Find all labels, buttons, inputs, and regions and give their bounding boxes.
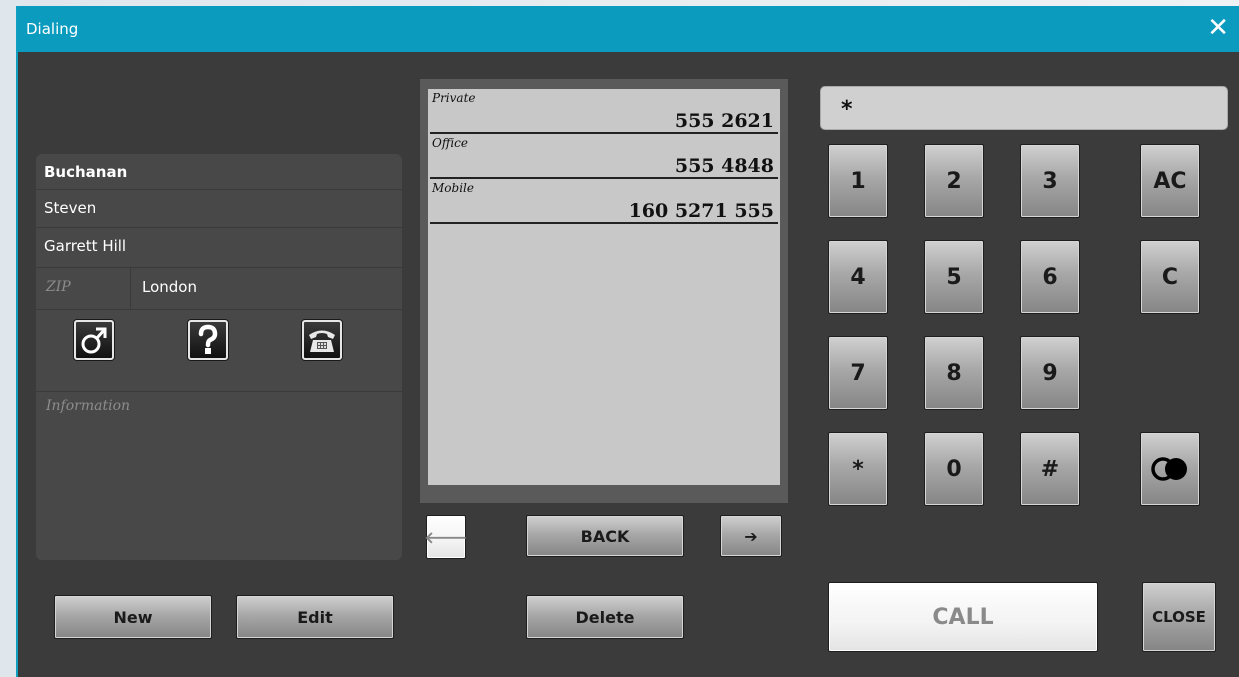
key-7[interactable]: 7 — [828, 336, 888, 410]
question-icon[interactable] — [188, 320, 228, 360]
key-star[interactable]: * — [828, 432, 888, 506]
next-arrow-button[interactable]: ➔ — [720, 515, 782, 557]
phone-label: Private — [432, 91, 476, 105]
phone-number: 160 5271 555 — [628, 200, 774, 222]
key-1[interactable]: 1 — [828, 144, 888, 218]
first-name-text: Steven — [44, 199, 97, 217]
last-name-field[interactable]: Buchanan — [36, 154, 402, 190]
key-0[interactable]: 0 — [924, 432, 984, 506]
zip-city-row: ZIP London — [36, 268, 402, 310]
phone-label: Mobile — [432, 181, 474, 195]
back-button[interactable]: BACK — [526, 515, 684, 557]
window-title: Dialing — [26, 20, 79, 38]
key-4[interactable]: 4 — [828, 240, 888, 314]
zip-divider — [130, 268, 131, 309]
call-button[interactable]: CALL — [828, 582, 1098, 652]
title-bar: Dialing ✕ — [18, 6, 1239, 52]
street-field[interactable]: Garrett Hill — [36, 228, 402, 268]
street-text: Garrett Hill — [44, 237, 127, 255]
key-5[interactable]: 5 — [924, 240, 984, 314]
phone-list[interactable]: Private 555 2621 Office 555 4848 Mobile … — [428, 89, 780, 485]
dialing-window: Dialing ✕ Buchanan Steven Garrett Hill Z… — [16, 6, 1239, 677]
prev-arrow-button[interactable]: 🡐 — [425, 515, 467, 559]
first-name-field[interactable]: Steven — [36, 190, 402, 228]
delete-button[interactable]: Delete — [526, 595, 684, 639]
key-6[interactable]: 6 — [1020, 240, 1080, 314]
key-9[interactable]: 9 — [1020, 336, 1080, 410]
close-button[interactable]: CLOSE — [1142, 582, 1216, 652]
last-name-text: Buchanan — [44, 163, 128, 181]
phone-list-panel: Private 555 2621 Office 555 4848 Mobile … — [420, 79, 788, 503]
information-placeholder: Information — [46, 398, 131, 414]
key-c[interactable]: C — [1140, 240, 1200, 314]
record-button[interactable] — [1140, 432, 1200, 506]
contact-icon-row — [36, 310, 402, 392]
dial-display[interactable]: * — [820, 86, 1228, 130]
phone-number: 555 2621 — [674, 110, 774, 132]
key-ac[interactable]: AC — [1140, 144, 1200, 218]
record-icon — [1151, 457, 1187, 481]
phone-number: 555 4848 — [674, 155, 774, 177]
phone-entry-mobile[interactable]: Mobile 160 5271 555 — [430, 179, 778, 224]
dial-display-text: * — [841, 97, 853, 122]
key-3[interactable]: 3 — [1020, 144, 1080, 218]
phone-entry-private[interactable]: Private 555 2621 — [430, 89, 778, 134]
contact-card: Buchanan Steven Garrett Hill ZIP London — [36, 154, 402, 560]
phone-label: Office — [432, 136, 468, 150]
information-field[interactable]: Information — [36, 392, 402, 560]
close-icon[interactable]: ✕ — [1207, 13, 1229, 43]
new-button[interactable]: New — [54, 595, 212, 639]
phone-entry-office[interactable]: Office 555 4848 — [430, 134, 778, 179]
key-8[interactable]: 8 — [924, 336, 984, 410]
key-hash[interactable]: # — [1020, 432, 1080, 506]
zip-field[interactable]: ZIP — [46, 279, 71, 295]
edit-button[interactable]: Edit — [236, 595, 394, 639]
telephone-icon[interactable] — [302, 320, 342, 360]
male-gender-icon[interactable] — [74, 320, 114, 360]
key-2[interactable]: 2 — [924, 144, 984, 218]
city-field[interactable]: London — [142, 278, 197, 296]
